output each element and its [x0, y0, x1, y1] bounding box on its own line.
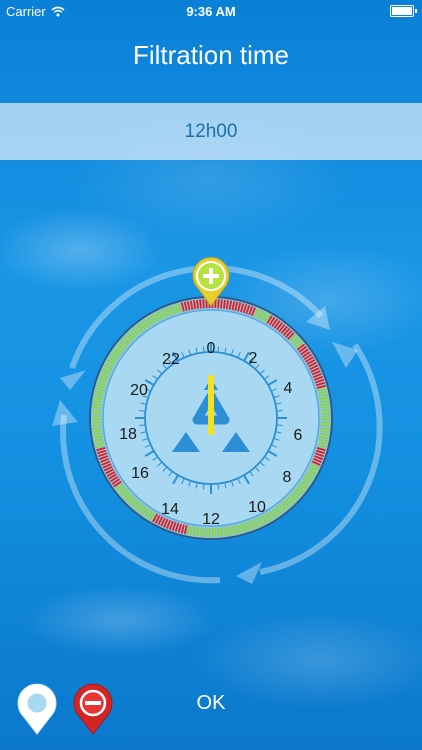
- hour-label-20: 20: [130, 382, 148, 399]
- tick-14: [276, 409, 283, 412]
- empty-marker-icon: [24, 690, 50, 716]
- segment-59[interactable]: [320, 415, 330, 418]
- segment-119[interactable]: [211, 527, 214, 537]
- tick-1: [217, 346, 220, 353]
- minus-marker-icon: [85, 701, 101, 705]
- hour-label-8: 8: [283, 469, 292, 486]
- page-title: Filtration time: [132, 40, 290, 70]
- battery-icon: [390, 5, 417, 17]
- tick-31: [202, 483, 205, 490]
- hour-label-6: 6: [294, 427, 303, 444]
- ok-button[interactable]: OK: [180, 688, 242, 718]
- hour-label-4: 4: [284, 380, 293, 397]
- tick-44: [139, 424, 146, 427]
- tick-59: [202, 346, 205, 353]
- filtration-time-value: 12h00: [184, 120, 238, 142]
- hour-label-0: 0: [207, 340, 216, 357]
- hour-label-12: 12: [202, 511, 220, 528]
- tick-46: [139, 409, 146, 412]
- empty-marker-button[interactable]: [15, 682, 59, 736]
- segment-120[interactable]: [208, 527, 211, 537]
- status-bar: Carrier 9:36 AM: [0, 0, 422, 22]
- hour-label-22: 22: [162, 351, 180, 368]
- hour-label-14: 14: [161, 501, 179, 518]
- hour-label-18: 18: [119, 426, 137, 443]
- hour-label-16: 16: [131, 465, 149, 482]
- filtration-time-bar: 12h00: [0, 103, 422, 160]
- tick-29: [217, 483, 220, 490]
- hour-label-2: 2: [249, 350, 258, 367]
- minus-marker-button[interactable]: [71, 682, 115, 736]
- clock-hand[interactable]: [208, 375, 214, 435]
- plus-marker-button[interactable]: [190, 256, 232, 308]
- hour-label-10: 10: [248, 499, 266, 516]
- tick-16: [276, 424, 283, 427]
- segment-60[interactable]: [320, 418, 330, 421]
- segment-180[interactable]: [92, 415, 102, 418]
- segment-179[interactable]: [92, 418, 102, 421]
- status-time: 9:36 AM: [186, 4, 236, 19]
